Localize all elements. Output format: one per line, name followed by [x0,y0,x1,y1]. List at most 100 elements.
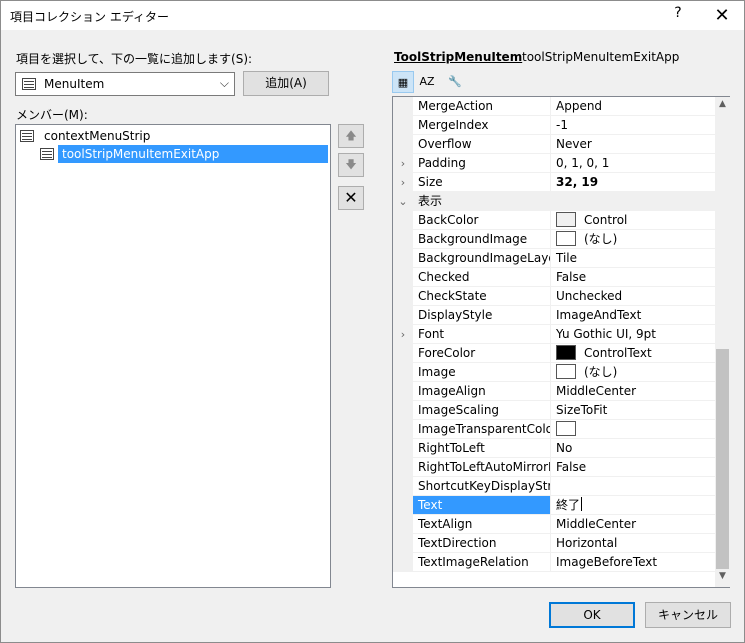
members-list[interactable]: contextMenuStrip toolStripMenuItemExitAp… [15,124,331,588]
help-button[interactable]: ? [668,5,688,27]
property-grid[interactable]: MergeAction Append MergeIndex -1 Overflow Nev… [392,96,730,588]
color-swatch [556,364,576,379]
title-bar: 項目コレクション エディター ? ✕ [0,0,745,30]
property-value[interactable]: ImageBeforeText [551,553,715,572]
alphabetical-icon[interactable]: AZ [416,71,438,93]
property-name: Padding [413,154,551,173]
property-value[interactable]: MiddleCenter [551,515,715,534]
ok-button[interactable]: OK [549,602,635,628]
property-gutter [393,553,413,572]
property-gutter [393,306,413,325]
property-gutter [393,496,413,515]
property-gutter [393,401,413,420]
menu-item-icon [40,148,54,160]
property-category[interactable]: ⌄ 表示 [393,192,715,211]
property-row[interactable]: MergeIndex -1 [393,116,715,135]
property-row[interactable]: Text 終了 [393,496,715,515]
window-title: 項目コレクション エディター [10,10,169,24]
property-value[interactable] [551,192,715,211]
color-swatch [556,345,576,360]
property-row[interactable]: CheckState Unchecked [393,287,715,306]
property-gutter [393,287,413,306]
property-row[interactable]: › Padding 0, 1, 0, 1 [393,154,715,173]
property-row[interactable]: TextDirection Horizontal [393,534,715,553]
move-up-button[interactable]: 🡅 [338,124,364,148]
property-value[interactable]: (なし) [551,363,715,382]
property-value[interactable] [551,477,715,496]
property-value[interactable]: Unchecked [551,287,715,306]
property-row[interactable]: DisplayStyle ImageAndText [393,306,715,325]
property-value-text: Tile [556,251,578,265]
item-type-combo[interactable]: MenuItem ⌵ [15,72,235,96]
property-row[interactable]: TextAlign MiddleCenter [393,515,715,534]
property-value[interactable]: Tile [551,249,715,268]
property-name: Size [413,173,551,192]
vertical-scrollbar[interactable]: ▲ ▼ [715,97,730,587]
tree-item-label: toolStripMenuItemExitApp [58,145,328,163]
property-value[interactable]: Control [551,211,715,230]
close-button[interactable]: ✕ [708,3,736,29]
property-row[interactable]: Overflow Never [393,135,715,154]
property-value[interactable]: -1 [551,116,715,135]
property-value[interactable]: Yu Gothic UI, 9pt [551,325,715,344]
property-pages-icon[interactable]: 🔧 [444,71,466,93]
scroll-up-icon[interactable]: ▲ [715,99,730,113]
property-value[interactable]: Never [551,135,715,154]
property-name: BackgroundImage [413,230,551,249]
property-row[interactable]: ForeColor ControlText [393,344,715,363]
property-row[interactable]: › Font Yu Gothic UI, 9pt [393,325,715,344]
context-menu-icon [20,130,34,142]
property-row[interactable]: MergeAction Append [393,97,715,116]
property-value-text: 32, 19 [556,175,599,189]
scroll-down-icon[interactable]: ▼ [715,571,730,585]
property-value[interactable]: MiddleCenter [551,382,715,401]
color-swatch [556,421,576,436]
property-row[interactable]: BackColor Control [393,211,715,230]
property-value[interactable]: 終了 [551,496,715,515]
property-name: ImageTransparentColor [413,420,551,439]
delete-button[interactable]: ✕ [338,186,364,210]
property-name: ForeColor [413,344,551,363]
property-value[interactable]: False [551,268,715,287]
property-name: TextImageRelation [413,553,551,572]
property-value[interactable]: SizeToFit [551,401,715,420]
property-value[interactable]: No [551,439,715,458]
property-row[interactable]: ShortcutKeyDisplayString [393,477,715,496]
property-gutter [393,363,413,382]
property-value[interactable]: 32, 19 [551,173,715,192]
property-row[interactable]: Image (なし) [393,363,715,382]
property-value[interactable] [551,420,715,439]
add-button[interactable]: 追加(A) [243,71,329,96]
cancel-button[interactable]: キャンセル [645,602,731,628]
property-gutter [393,439,413,458]
move-down-button[interactable]: 🡇 [338,153,364,177]
expander-icon[interactable]: ⌄ [393,192,413,211]
property-row[interactable]: › Size 32, 19 [393,173,715,192]
property-name: ImageScaling [413,401,551,420]
property-value[interactable]: False [551,458,715,477]
property-value-text: MiddleCenter [556,384,637,398]
property-row[interactable]: ImageScaling SizeToFit [393,401,715,420]
property-value[interactable]: (なし) [551,230,715,249]
categorized-icon[interactable]: ▦ [392,71,414,93]
property-row[interactable]: Checked False [393,268,715,287]
scroll-thumb[interactable] [716,349,729,569]
property-row[interactable]: TextImageRelation ImageBeforeText [393,553,715,572]
property-row[interactable]: RightToLeftAutoMirrorIma False [393,458,715,477]
expander-icon[interactable]: › [393,173,413,192]
property-value-text: Horizontal [556,536,618,550]
property-value[interactable]: ControlText [551,344,715,363]
property-row[interactable]: ImageAlign MiddleCenter [393,382,715,401]
property-row[interactable]: BackgroundImage (なし) [393,230,715,249]
property-value[interactable]: Append [551,97,715,116]
property-row[interactable]: ImageTransparentColor [393,420,715,439]
property-gutter [393,458,413,477]
expander-icon[interactable]: › [393,325,413,344]
property-row[interactable]: RightToLeft No [393,439,715,458]
property-value[interactable]: Horizontal [551,534,715,553]
property-value[interactable]: 0, 1, 0, 1 [551,154,715,173]
property-value-text: (なし) [584,232,618,246]
expander-icon[interactable]: › [393,154,413,173]
property-row[interactable]: BackgroundImageLayout Tile [393,249,715,268]
property-value[interactable]: ImageAndText [551,306,715,325]
